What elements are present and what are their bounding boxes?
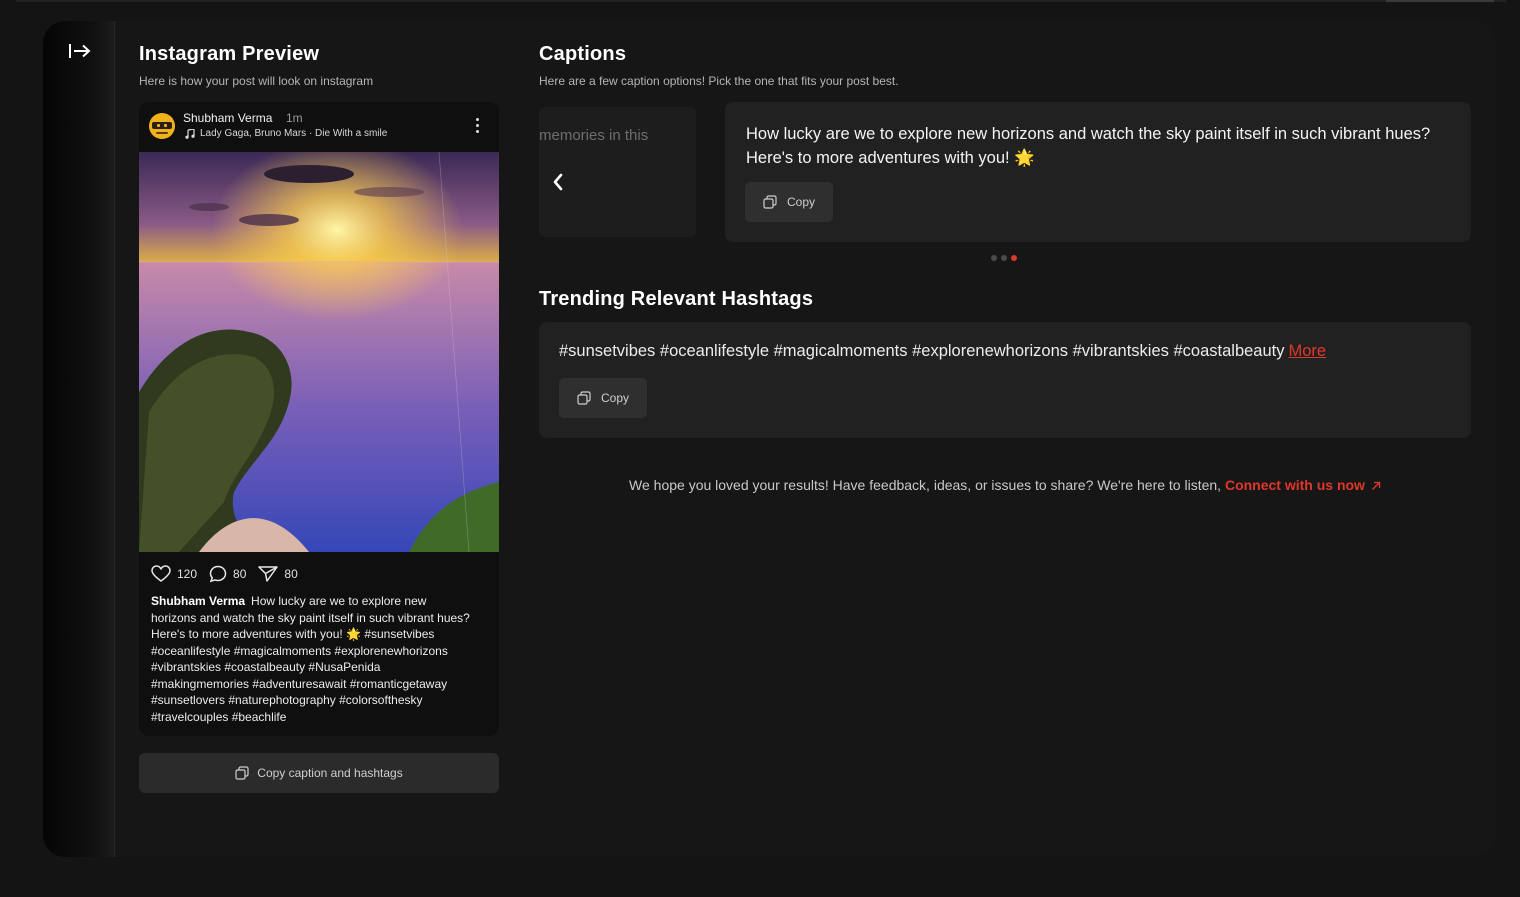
post-username: Shubham Verma [183, 111, 273, 125]
captions-title: Captions [539, 43, 627, 65]
like-button[interactable]: 120 [151, 565, 197, 583]
external-link-icon [1371, 482, 1381, 491]
pagination-dot-1[interactable] [991, 255, 997, 261]
expand-sidebar-button[interactable] [66, 39, 94, 63]
previous-caption-button[interactable] [547, 169, 569, 195]
copy-hashtags-label: Copy [601, 391, 630, 405]
instagram-post: Shubham Verma 1m Lady Gaga, Bruno Mars ·… [139, 102, 499, 736]
feedback-message: We hope you loved your results! Have fee… [539, 477, 1471, 493]
sidebar-rail [43, 21, 115, 857]
copy-icon [235, 766, 249, 780]
caption-text: How lucky are we to explore new horizons… [746, 125, 1431, 167]
copy-caption-button[interactable]: Copy [745, 182, 834, 222]
preview-title: Instagram Preview [139, 43, 320, 65]
top-strip [16, 0, 1506, 2]
hashtags-list: #sunsetvibes #oceanlifestyle #magicalmom… [559, 342, 1285, 360]
pagination-dot-2[interactable] [1001, 255, 1007, 261]
copy-all-label: Copy caption and hashtags [257, 766, 403, 780]
hashtags-title: Trending Relevant Hashtags [539, 288, 814, 310]
main-content: Instagram Preview Here is how your post … [115, 21, 1496, 857]
post-header: Shubham Verma 1m Lady Gaga, Bruno Mars ·… [139, 102, 499, 152]
copy-icon [577, 391, 591, 405]
caption-pagination [991, 255, 1017, 261]
post-actions: 120 80 80 [151, 565, 310, 583]
post-image [139, 152, 499, 552]
feedback-text: We hope you loved your results! Have fee… [629, 477, 1222, 493]
likes-count: 120 [177, 567, 198, 581]
caption-author: Shubham Verma [151, 594, 246, 608]
copy-icon [763, 195, 777, 209]
copy-caption-and-hashtags-button[interactable]: Copy caption and hashtags [139, 753, 499, 793]
comments-count: 80 [233, 567, 247, 581]
post-time: 1m [286, 111, 303, 125]
chevron-left-icon [553, 173, 563, 191]
post-music-label: Lady Gaga, Bruno Mars · Die With a smile [200, 128, 388, 139]
caption-card: How lucky are we to explore new horizons… [725, 102, 1471, 242]
hashtags-text: #sunsetvibes #oceanlifestyle #magicalmom… [559, 342, 1326, 361]
app-card: Instagram Preview Here is how your post … [43, 21, 1496, 857]
hashtags-card: #sunsetvibes #oceanlifestyle #magicalmom… [539, 322, 1471, 438]
post-caption: Shubham Verma How lucky are we to explore… [151, 593, 471, 725]
music-note-icon [185, 128, 195, 139]
post-options-button[interactable] [471, 118, 483, 136]
shares-count: 80 [284, 567, 298, 581]
comment-button[interactable]: 80 [209, 565, 246, 583]
copy-hashtags-button[interactable]: Copy [559, 378, 648, 418]
top-strip-accent [1386, 0, 1494, 2]
copy-caption-label: Copy [787, 195, 816, 209]
share-button[interactable]: 80 [258, 565, 298, 583]
more-hashtags-link[interactable]: More [1288, 342, 1326, 360]
pagination-dot-3[interactable] [1011, 255, 1017, 261]
avatar [149, 113, 175, 139]
expand-sidebar-icon [69, 44, 91, 58]
post-music: Lady Gaga, Bruno Mars · Die With a smile [185, 128, 387, 139]
share-icon [258, 566, 279, 582]
captions-subtitle: Here are a few caption options! Pick the… [539, 74, 899, 88]
preview-subtitle: Here is how your post will look on insta… [139, 74, 374, 88]
connect-link[interactable]: Connect with us now [1225, 477, 1365, 493]
comment-icon [209, 565, 227, 583]
heart-icon [151, 565, 171, 582]
previous-caption-snippet: memories in this [539, 127, 649, 144]
caption-body: How lucky are we to explore new horizons… [151, 594, 470, 724]
